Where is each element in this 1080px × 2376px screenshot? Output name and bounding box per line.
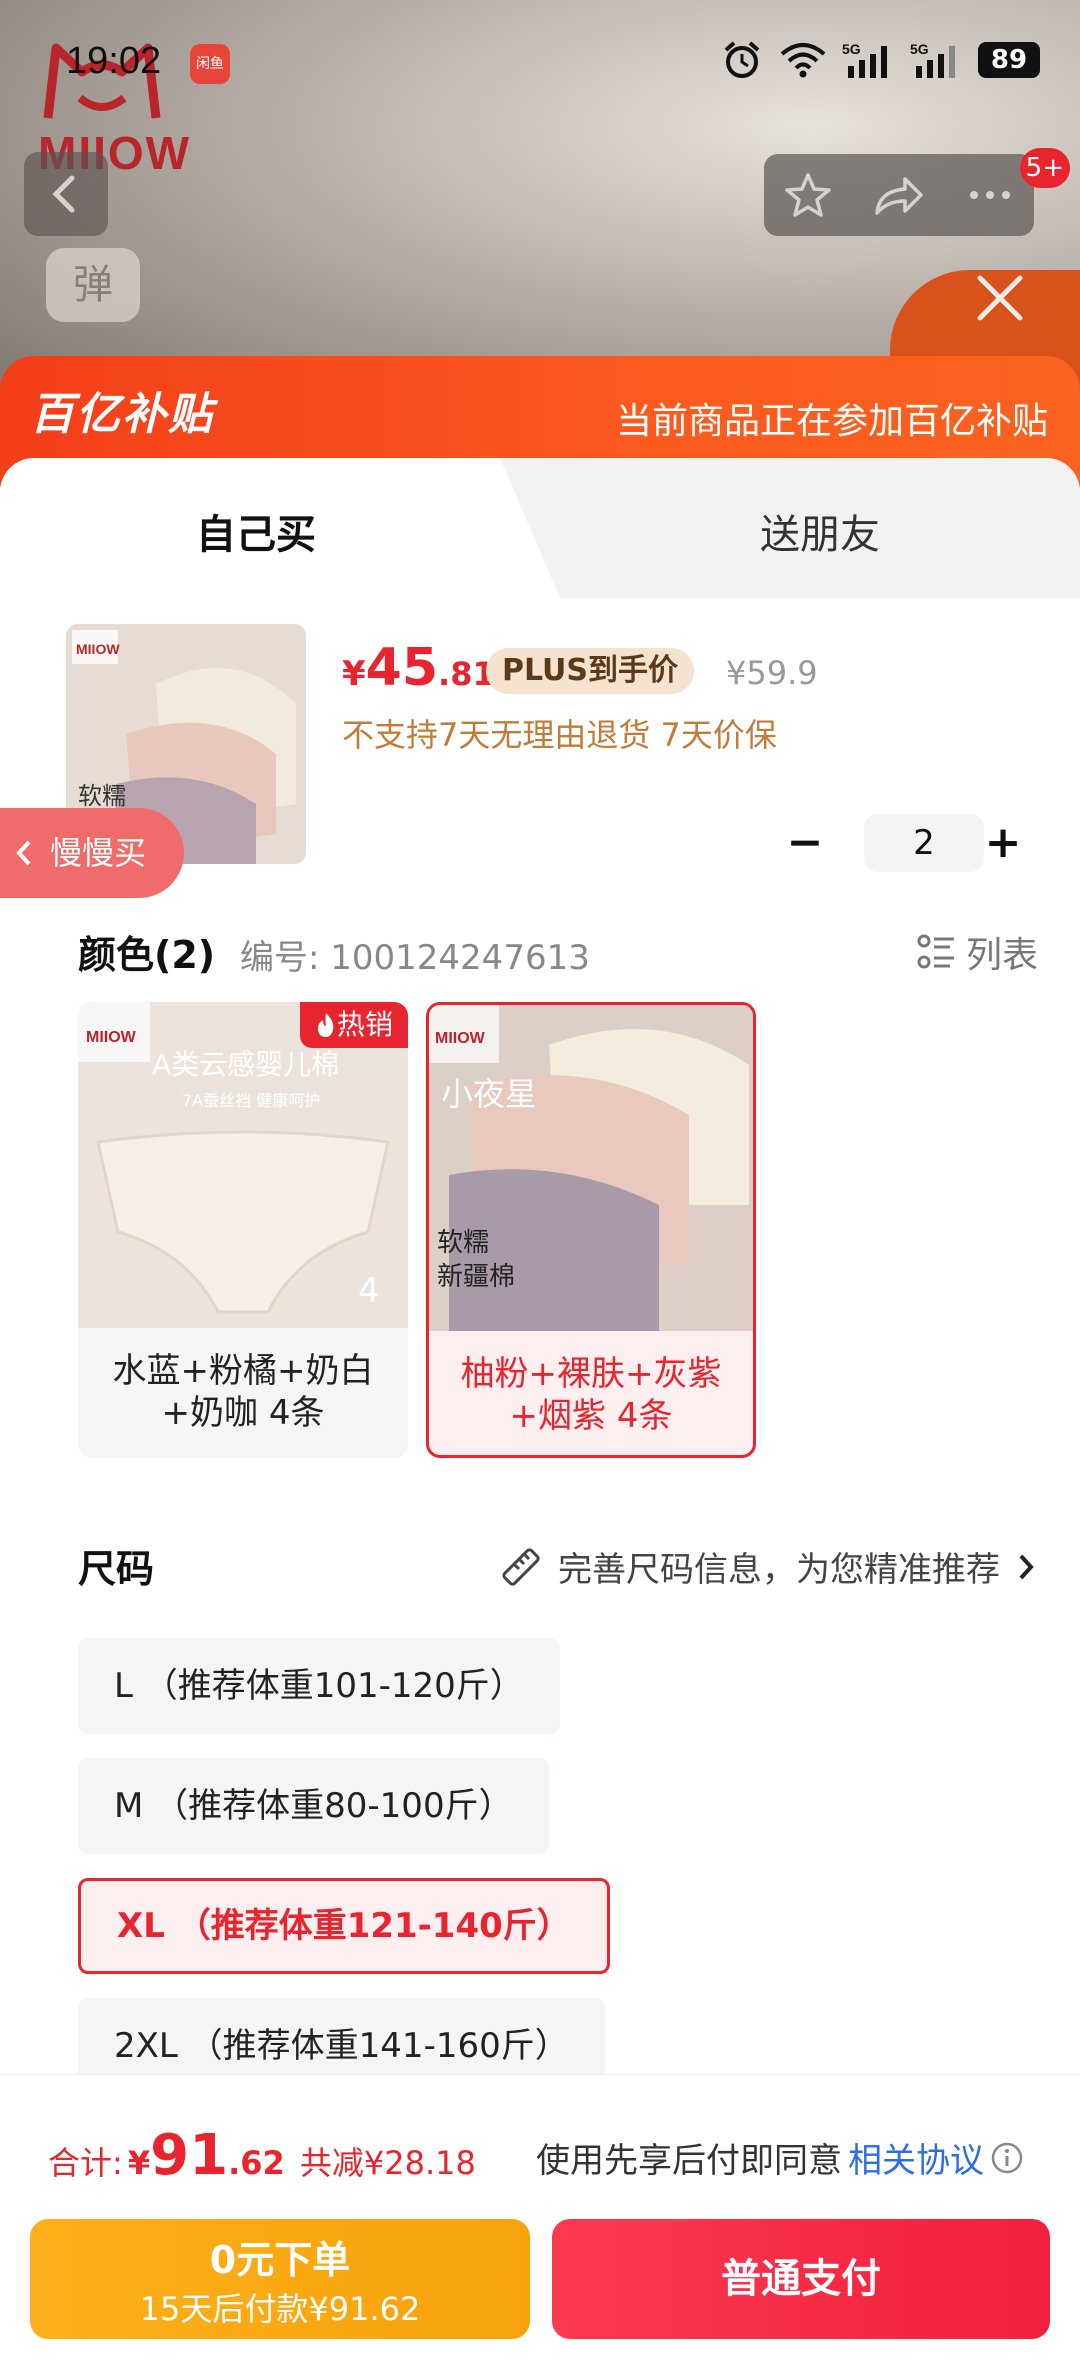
agreement-link[interactable]: 相关协议 — [848, 2133, 984, 2182]
price-currency: ¥ — [342, 654, 366, 694]
color-option-1-label: 水蓝+粉橘+奶白 +奶咖 4条 — [78, 1328, 408, 1458]
color-header: 颜色(2) 编号: 100124247613 列表 — [78, 918, 1038, 978]
swatch-1-caption: A类云感婴儿棉 — [152, 1048, 339, 1081]
size-option-l[interactable]: L （推荐体重101-120斤） — [78, 1638, 560, 1734]
tab-gift-friend-label: 送朋友 — [760, 512, 880, 558]
total-integer: 91 — [150, 2123, 229, 2188]
total-decimal: .62 — [228, 2144, 285, 2182]
color-option-2[interactable]: MIIOW 小夜星 软糯 新疆棉 柚粉+裸肤+灰紫 +烟紫 4条 — [426, 1002, 756, 1458]
info-icon[interactable] — [990, 2141, 1024, 2175]
product-price: ¥45.81 — [342, 638, 495, 698]
color-option-2-image: MIIOW 小夜星 软糯 新疆棉 — [429, 1005, 753, 1331]
list-view-label: 列表 — [965, 935, 1038, 976]
quantity-stepper: − 2 + — [774, 812, 1034, 874]
status-time: 19:02 — [66, 40, 162, 82]
swatch-2-caption: 小夜星 — [441, 1075, 537, 1113]
signal-5g-icon-2: 5G — [910, 41, 955, 78]
agreement-notice: 使用先享后付即同意 相关协议 — [536, 2133, 1024, 2182]
size-recommendation-label: 完善尺码信息，为您精准推荐 — [558, 1550, 1000, 1590]
chevron-right-icon — [1019, 1554, 1034, 1579]
status-icons: 5G 5G 89 — [720, 40, 1040, 80]
slow-buy-button[interactable]: 慢慢买 — [0, 808, 184, 898]
size-option-m[interactable]: M （推荐体重80-100斤） — [78, 1758, 549, 1854]
return-policy: 不支持7天无理由退货 7天价保 — [342, 716, 777, 754]
network-label: 5G — [842, 41, 861, 57]
alarm-icon — [724, 41, 760, 78]
tab-gift-friend[interactable]: 送朋友 — [560, 458, 1080, 598]
order-total: 合计: ¥91.62 共减¥28.18 — [48, 2123, 476, 2188]
hot-sale-tag: 热销 — [300, 1002, 408, 1048]
svg-text:MIIOW: MIIOW — [76, 641, 120, 657]
swatch-1-subcaption: 7A蚕丝裆 健康呵护 — [182, 1091, 320, 1110]
flame-icon — [317, 1013, 334, 1037]
color-section-title: 颜色(2) — [78, 933, 216, 977]
size-section-title: 尺码 — [78, 1547, 155, 1591]
quantity-increase-button[interactable]: + — [972, 812, 1034, 874]
quantity-value[interactable]: 2 — [864, 814, 984, 872]
ruler-icon — [502, 1547, 540, 1586]
color-option-1-label-line1: 水蓝+粉橘+奶白 — [112, 1351, 374, 1391]
share-icon[interactable] — [871, 169, 927, 221]
color-option-1-image: MIIOW A类云感婴儿棉 7A蚕丝裆 健康呵护 4 — [78, 1002, 408, 1328]
close-icon[interactable] — [972, 270, 1028, 326]
chevron-left-icon — [16, 840, 31, 866]
network-label-2: 5G — [910, 41, 929, 57]
tab-buy-self[interactable]: 自己买 — [0, 458, 560, 598]
status-bar: 19:02 闲鱼 5G 5G 89 — [0, 30, 1080, 100]
pay-later-button[interactable]: 0元下单 15天后付款¥91.62 — [30, 2219, 530, 2339]
purchase-tabs: 自己买 送朋友 — [0, 458, 1080, 598]
subsidy-logo: 百亿补贴 — [30, 389, 214, 440]
pay-later-title: 0元下单 — [209, 2238, 351, 2282]
hot-sale-label: 热销 — [336, 1008, 393, 1041]
total-label: 合计: — [48, 2144, 123, 2182]
color-option-2-label-line1: 柚粉+裸肤+灰紫 — [460, 1354, 722, 1394]
star-favorite-icon[interactable] — [782, 169, 834, 221]
list-icon — [917, 934, 954, 969]
subsidy-notice: 当前商品正在参加百亿补贴 — [615, 401, 1048, 442]
svg-text:软糯: 软糯 — [78, 782, 126, 810]
more-options-icon[interactable] — [964, 169, 1016, 221]
checkout-footer: 合计: ¥91.62 共减¥28.18 使用先享后付即同意 相关协议 0元下单 … — [0, 2074, 1080, 2376]
swatch-1-count: 4 — [358, 1271, 380, 1311]
underwear-stack-image: MIIOW 小夜星 软糯 新疆棉 — [429, 1005, 753, 1331]
signal-5g-icon: 5G — [842, 41, 887, 78]
agreement-text: 使用先享后付即同意 — [536, 2141, 842, 2181]
tab-buy-self-label: 自己买 — [196, 512, 316, 558]
original-price: ¥59.9 — [726, 654, 818, 692]
svg-text:软糯: 软糯 — [437, 1228, 489, 1258]
app-notification-icon: 闲鱼 — [190, 44, 230, 84]
svg-text:MIIOW: MIIOW — [435, 1030, 486, 1047]
color-option-1-label-line2: +奶咖 4条 — [161, 1393, 325, 1433]
chevron-left-icon — [52, 175, 75, 213]
total-savings: 共减¥28.18 — [299, 2144, 476, 2182]
quantity-decrease-button[interactable]: − — [774, 812, 836, 874]
elastic-tag: 弹 — [46, 248, 140, 322]
product-code: 编号: 100124247613 — [240, 938, 590, 978]
total-currency: ¥ — [127, 2144, 151, 2182]
normal-pay-button[interactable]: 普通支付 — [552, 2219, 1050, 2339]
wifi-icon — [780, 43, 826, 78]
pay-later-subtitle: 15天后付款¥91.62 — [139, 2290, 421, 2328]
price-integer: 45 — [365, 638, 439, 698]
list-view-toggle[interactable]: 列表 — [916, 926, 1038, 978]
svg-text:新疆棉: 新疆棉 — [437, 1262, 515, 1292]
color-option-1[interactable]: MIIOW A类云感婴儿棉 7A蚕丝裆 健康呵护 4 热销 水蓝+粉橘+奶白 +… — [78, 1002, 408, 1458]
plus-price-tag: PLUS到手价 — [486, 648, 695, 694]
color-option-2-label: 柚粉+裸肤+灰紫 +烟紫 4条 — [429, 1331, 753, 1455]
size-option-xl[interactable]: XL （推荐体重121-140斤） — [78, 1878, 610, 1974]
underwear-image: MIIOW A类云感婴儿棉 7A蚕丝裆 健康呵护 4 — [78, 1002, 408, 1328]
size-header: 尺码 完善尺码信息，为您精准推荐 — [78, 1534, 1038, 1594]
back-button[interactable] — [24, 152, 108, 236]
size-recommendation-link[interactable]: 完善尺码信息，为您精准推荐 — [498, 1542, 1038, 1591]
sheet-content: MIIOW 软糯 新疆棉 ¥45.81 PLUS到手价 ¥59.9 不支持7天无… — [30, 598, 1050, 2094]
notification-badge: 5+ — [1019, 148, 1070, 188]
top-action-group — [764, 154, 1034, 236]
color-option-2-label-line2: +烟紫 4条 — [509, 1396, 673, 1436]
slow-buy-label: 慢慢买 — [50, 834, 147, 872]
battery-indicator: 89 — [978, 42, 1040, 78]
svg-text:MIIOW: MIIOW — [86, 1029, 137, 1046]
